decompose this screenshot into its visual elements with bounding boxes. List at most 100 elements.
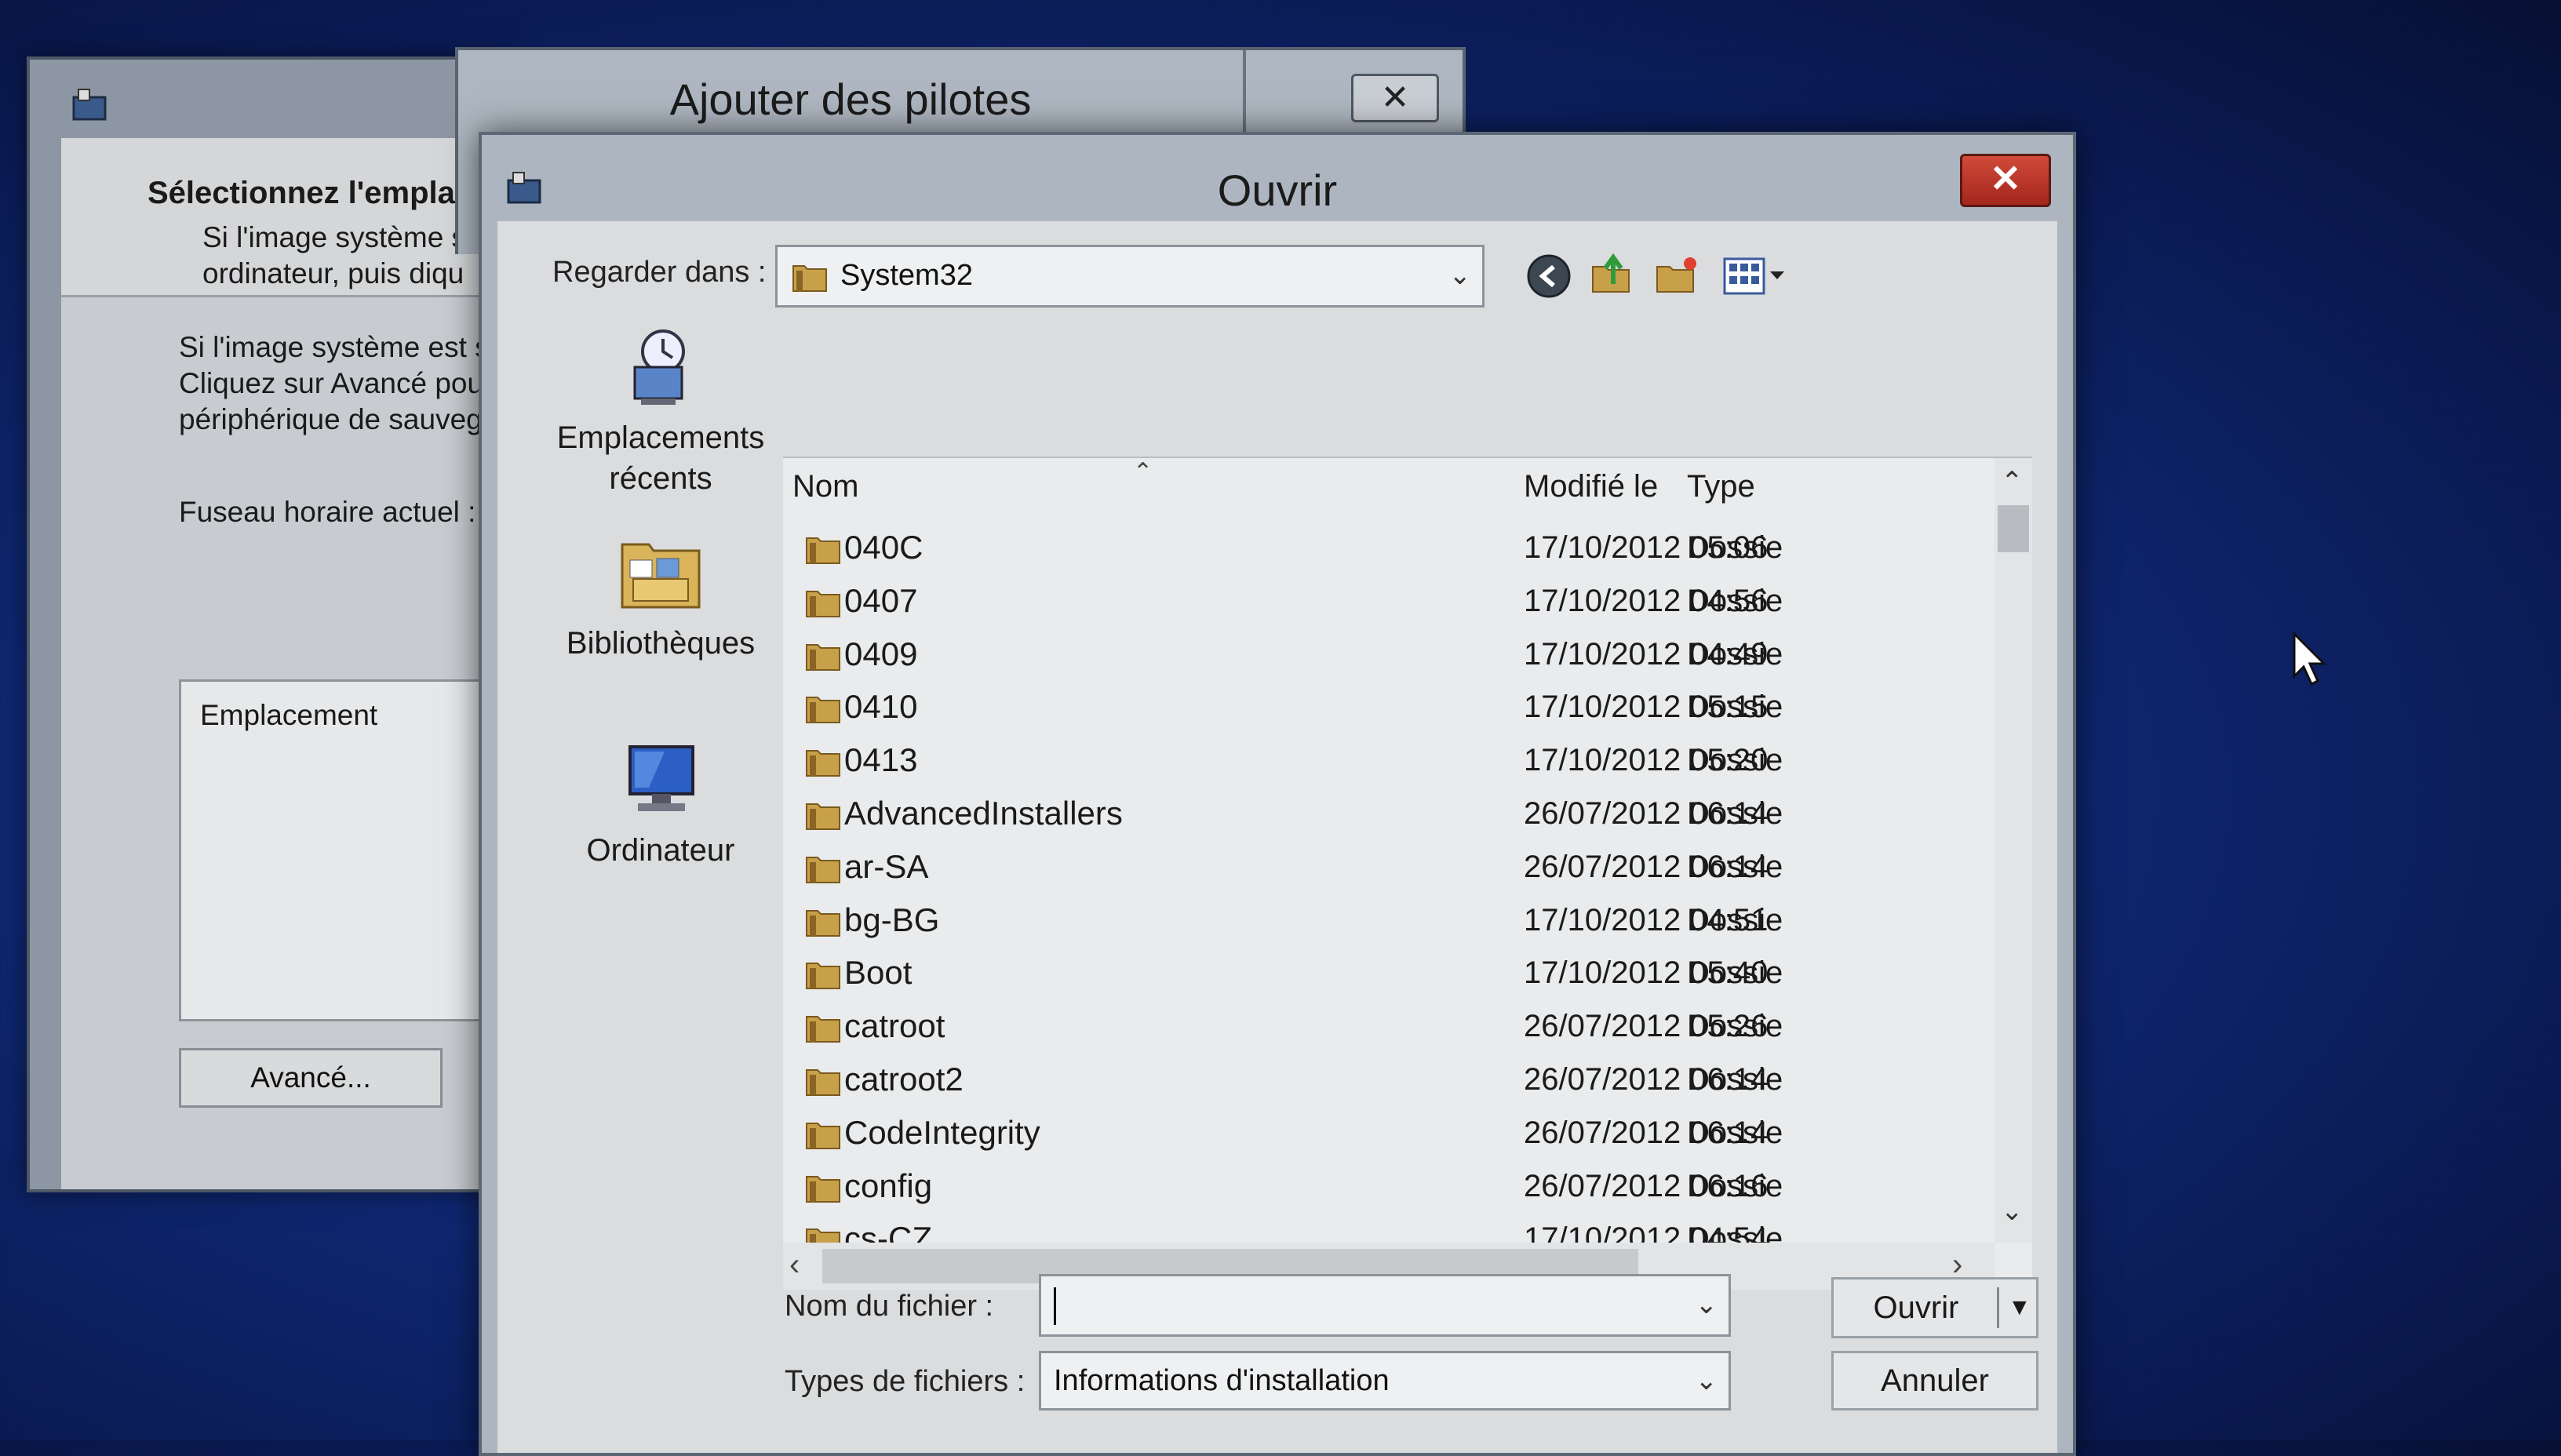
- filetype-value: Informations d'installation: [1054, 1364, 1390, 1397]
- filename-input[interactable]: ⌄: [1039, 1274, 1731, 1337]
- file-type: Dossie: [1687, 1062, 1783, 1097]
- wizard-line1: Si l'image système se: [202, 221, 483, 253]
- file-type: Dossie: [1687, 849, 1783, 884]
- folder-icon: [806, 803, 840, 830]
- file-name: 0409: [844, 635, 918, 672]
- file-name: 0407: [844, 581, 918, 619]
- wizard-line2: ordinateur, puis diqu: [202, 257, 464, 289]
- scroll-thumb[interactable]: [1998, 505, 2029, 552]
- table-row[interactable]: 0410 17/10/2012 05:15 Dossie: [783, 682, 1991, 735]
- folder-icon: [806, 697, 840, 724]
- file-type: Dossie: [1687, 796, 1783, 831]
- folder-icon: [806, 537, 840, 564]
- folder-icon: [806, 1016, 840, 1043]
- table-row[interactable]: Boot 17/10/2012 05:40 Dossie: [783, 948, 1991, 1001]
- timezone-label: Fuseau horaire actuel : (: [179, 496, 494, 528]
- file-name: 040C: [844, 529, 923, 566]
- table-row[interactable]: catroot2 26/07/2012 06:14 Dossie: [783, 1054, 1991, 1108]
- text-caret: [1054, 1287, 1056, 1325]
- place-computer[interactable]: Ordinateur: [535, 736, 786, 871]
- filetype-select[interactable]: Informations d'installation ⌄: [1039, 1351, 1731, 1410]
- open-dialog-close-button[interactable]: ✕: [1960, 154, 2051, 207]
- table-row[interactable]: 0413 17/10/2012 05:20 Dossie: [783, 735, 1991, 788]
- new-folder-icon[interactable]: [1654, 253, 1701, 300]
- folder-icon: [792, 265, 827, 292]
- table-row[interactable]: AdvancedInstallers 26/07/2012 06:14 Dossie: [783, 788, 1991, 842]
- open-dialog-title: Ouvrir: [1217, 166, 1338, 215]
- sort-up-icon: ⌃: [1133, 459, 1153, 485]
- place-computer-label: Ordinateur: [586, 833, 735, 868]
- wizard-para3: périphérique de sauveg: [179, 403, 483, 435]
- view-menu-icon[interactable]: [1721, 253, 1792, 300]
- folder-icon: [806, 963, 840, 990]
- table-row[interactable]: catroot 26/07/2012 05:26 Dossie: [783, 1001, 1991, 1054]
- place-recent[interactable]: Emplacements récents: [535, 323, 786, 499]
- file-name: CodeIntegrity: [844, 1113, 1040, 1151]
- folder-icon: [806, 856, 840, 883]
- open-button[interactable]: Ouvrir ▼: [1831, 1277, 2038, 1338]
- open-button-label: Ouvrir: [1873, 1290, 1959, 1325]
- open-dialog: Ouvrir ✕ Regarder dans : System32 ⌄ Empl…: [479, 132, 2076, 1456]
- look-in-value: System32: [840, 259, 973, 292]
- folder-icon: [806, 1122, 840, 1149]
- folder-icon: [806, 1069, 840, 1096]
- column-header-type[interactable]: Type: [1687, 469, 1755, 504]
- file-type: Dossie: [1687, 902, 1783, 937]
- open-dialog-titlebar: Ouvrir ✕: [482, 135, 2073, 221]
- wizard-body: Sélectionnez l'emplac Si l'image système…: [61, 138, 560, 1189]
- add-drivers-title: Ajouter des pilotes: [669, 75, 1032, 124]
- file-name: ar-SA: [844, 847, 929, 885]
- place-libraries-label: Bibliothèques: [566, 626, 756, 661]
- app-icon: [72, 89, 107, 121]
- wizard-heading: Sélectionnez l'emplac: [148, 176, 473, 210]
- filetype-label: Types de fichiers :: [785, 1365, 1025, 1398]
- chevron-down-icon[interactable]: ⌄: [1449, 247, 1472, 304]
- table-row[interactable]: 0407 17/10/2012 04:56 Dossie: [783, 576, 1991, 629]
- vertical-scrollbar[interactable]: ⌃ ⌄: [1995, 458, 2032, 1243]
- dropdown-arrow-icon[interactable]: ▼: [2008, 1279, 2031, 1336]
- open-dialog-client: Regarder dans : System32 ⌄ Emplacements …: [497, 221, 2057, 1453]
- wizard-header: Sélectionnez l'emplac Si l'image système…: [61, 138, 516, 297]
- file-type: Dossie: [1687, 1115, 1783, 1150]
- divider: [1243, 50, 1246, 136]
- chevron-down-icon[interactable]: ⌄: [1696, 1353, 1718, 1408]
- scroll-left-icon[interactable]: ‹: [789, 1247, 800, 1283]
- up-folder-icon[interactable]: [1588, 249, 1635, 297]
- scroll-down-icon[interactable]: ⌄: [2001, 1196, 2024, 1227]
- file-type: Dossie: [1687, 690, 1783, 725]
- file-type: Dossie: [1687, 636, 1783, 672]
- table-row[interactable]: 040C 17/10/2012 05:06 Dossie: [783, 522, 1991, 576]
- back-icon[interactable]: [1525, 253, 1572, 300]
- cancel-button[interactable]: Annuler: [1831, 1351, 2038, 1410]
- table-row[interactable]: bg-BG 17/10/2012 04:51 Dossie: [783, 895, 1991, 948]
- add-drivers-close-button[interactable]: ✕: [1351, 74, 1439, 122]
- split-divider: [1997, 1287, 1999, 1328]
- libraries-icon: [621, 543, 701, 609]
- file-type: Dossie: [1687, 1009, 1783, 1044]
- look-in-combo[interactable]: System32 ⌄: [775, 245, 1485, 308]
- file-list[interactable]: Nom ⌃ Modifié le Type 040C 17/10/2012 05:…: [783, 457, 2032, 1290]
- file-name: AdvancedInstallers: [844, 795, 1123, 832]
- file-type: Dossie: [1687, 743, 1783, 778]
- chevron-down-icon[interactable]: ⌄: [1696, 1276, 1718, 1333]
- file-name: config: [844, 1167, 933, 1204]
- file-name: bg-BG: [844, 901, 940, 938]
- location-list-header: Emplacement: [200, 699, 378, 731]
- column-header-modified[interactable]: Modifié le: [1524, 469, 1658, 504]
- place-libraries[interactable]: Bibliothèques: [535, 529, 786, 664]
- table-row[interactable]: ar-SA 26/07/2012 06:14 Dossie: [783, 842, 1991, 895]
- table-row[interactable]: CodeIntegrity 26/07/2012 06:14 Dossie: [783, 1108, 1991, 1161]
- advanced-button[interactable]: Avancé...: [179, 1048, 443, 1108]
- scroll-up-icon[interactable]: ⌃: [2001, 466, 2024, 497]
- recent-places-icon: [633, 329, 685, 405]
- file-type: Dossie: [1687, 956, 1783, 991]
- table-row[interactable]: config 26/07/2012 06:16 Dossie: [783, 1161, 1991, 1214]
- file-name: 0410: [844, 688, 918, 726]
- place-recent-label2: récents: [609, 461, 712, 496]
- mouse-cursor-icon: [2293, 632, 2327, 686]
- filename-label: Nom du fichier :: [785, 1290, 994, 1323]
- computer-icon: [628, 745, 694, 811]
- column-header-name[interactable]: Nom: [792, 469, 858, 504]
- folder-icon: [806, 909, 840, 937]
- table-row[interactable]: 0409 17/10/2012 04:49 Dossie: [783, 629, 1991, 682]
